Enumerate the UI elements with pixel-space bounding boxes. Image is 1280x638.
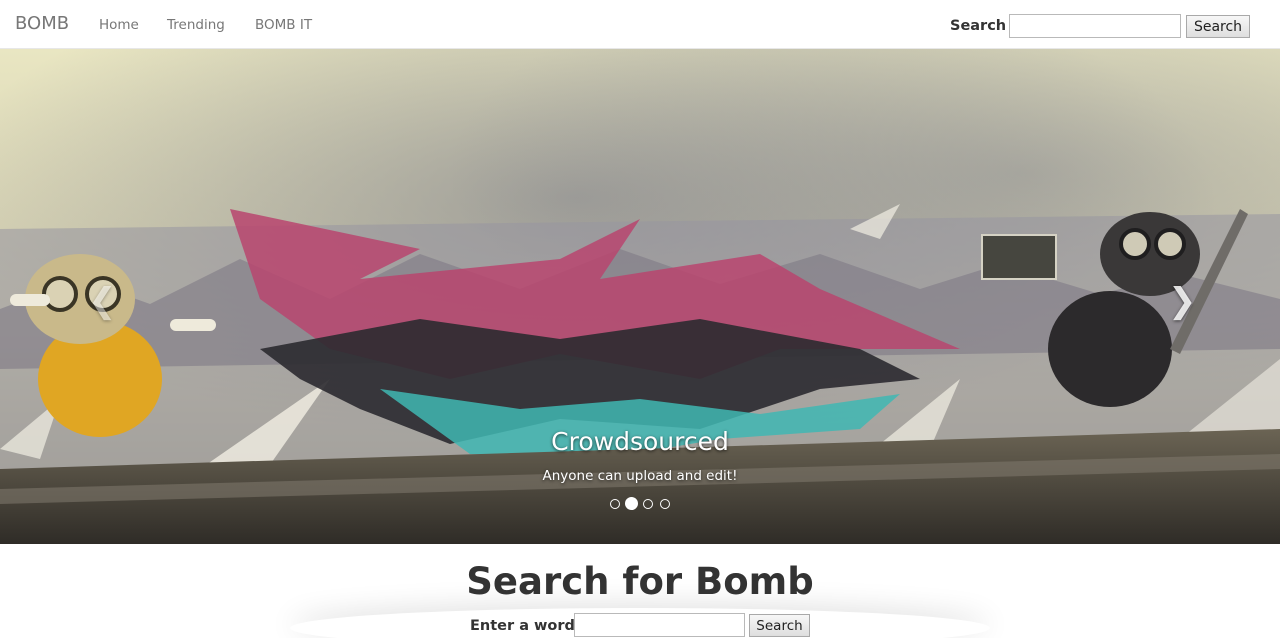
brand-link[interactable]: BOMB [15, 13, 69, 35]
word-input[interactable] [574, 613, 745, 637]
carousel-indicator-3[interactable] [643, 499, 653, 509]
nav-link-bomb-it[interactable]: BOMB IT [255, 16, 312, 34]
nav-search-button[interactable]: Search [1186, 15, 1250, 38]
carousel-caption-title: Crowdsourced [551, 427, 729, 456]
word-input-label: Enter a word: [470, 618, 581, 634]
carousel-indicator-4[interactable] [660, 499, 670, 509]
word-search-button[interactable]: Search [749, 614, 810, 637]
carousel-indicators [609, 497, 673, 511]
carousel-indicator-2[interactable] [625, 497, 638, 510]
carousel-caption-text: Anyone can upload and edit! [542, 468, 738, 484]
carousel-indicator-1[interactable] [610, 499, 620, 509]
nav-link-home[interactable]: Home [99, 16, 139, 34]
page-title: Search for Bomb [466, 560, 814, 603]
nav-link-trending[interactable]: Trending [167, 16, 225, 34]
carousel-next-icon[interactable]: ❯ [1168, 281, 1197, 321]
carousel-prev-icon[interactable]: ❮ [88, 281, 117, 321]
hero-carousel: ❮ ❯ Crowdsourced Anyone can upload and e… [0, 49, 1280, 544]
nav-search-label: Search [950, 18, 1007, 34]
nav-search-input[interactable] [1009, 14, 1181, 38]
top-navbar: BOMB Home Trending BOMB IT Search Search [0, 0, 1280, 49]
